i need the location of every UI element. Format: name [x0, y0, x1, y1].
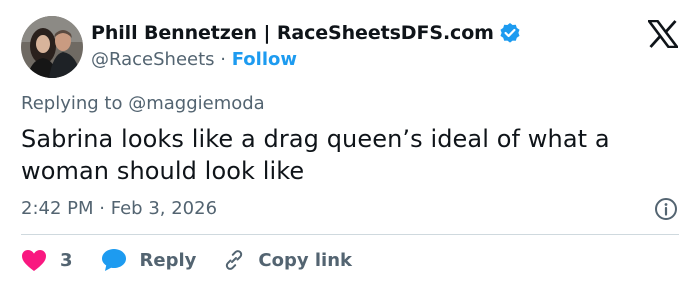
link-icon	[226, 250, 243, 270]
author-name-row: Phill Bennetzen | RaceSheetsDFS.com	[91, 22, 521, 44]
reply-context-prefix: Replying to	[21, 93, 123, 114]
heart-icon	[22, 249, 46, 271]
info-icon[interactable]	[654, 197, 678, 221]
tweet-text: Sabrina looks like a drag queen’s ideal …	[21, 125, 610, 185]
x-logo-icon[interactable]	[647, 19, 679, 49]
like-button[interactable]: 3	[21, 249, 73, 272]
author-handle[interactable]: @RaceSheets	[91, 49, 215, 70]
tweet-time: 2:42 PM	[21, 198, 94, 219]
tweet-date: Feb 3, 2026	[110, 198, 218, 219]
avatar-image	[21, 16, 83, 78]
action-bar: 3 Reply Copy link	[21, 248, 352, 272]
tweet-timestamp[interactable]: 2:42 PM · Feb 3, 2026	[21, 198, 217, 219]
copy-link-button[interactable]: Copy link	[222, 248, 352, 272]
follow-button[interactable]: Follow	[232, 49, 297, 70]
author-handle-row: @RaceSheets · Follow	[91, 49, 297, 70]
reply-label: Reply	[139, 249, 197, 271]
author-name[interactable]: Phill Bennetzen | RaceSheetsDFS.com	[91, 22, 494, 44]
avatar[interactable]	[21, 16, 83, 78]
verified-badge-icon	[499, 22, 521, 44]
speech-bubble-icon	[101, 249, 126, 271]
reply-context: Replying to @maggiemoda	[21, 93, 265, 114]
reply-button[interactable]: Reply	[101, 248, 197, 272]
copy-link-label: Copy link	[258, 249, 352, 271]
reply-mention-link[interactable]: @maggiemoda	[128, 93, 265, 114]
divider	[21, 234, 679, 235]
timestamp-separator: ·	[99, 198, 105, 219]
handle-separator: ·	[220, 49, 226, 70]
like-count: 3	[60, 249, 73, 271]
